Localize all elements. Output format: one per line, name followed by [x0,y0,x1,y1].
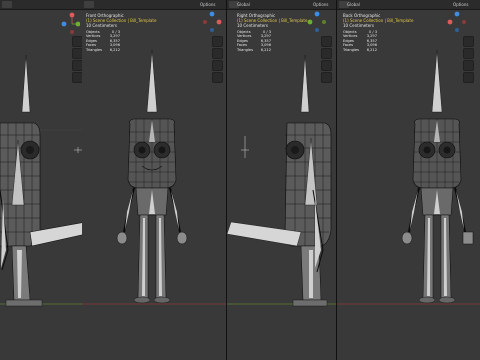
viewport-scene [82,49,226,305]
viewport-2[interactable]: Options Front Orthographic (1) Scene Col… [82,0,227,360]
navigation-gizmo[interactable] [60,10,80,34]
zoom-button[interactable] [463,36,474,47]
navigation-gizmo[interactable] [202,10,222,34]
perspective-toggle-button[interactable] [463,72,474,83]
zoom-button[interactable] [321,36,332,47]
zoom-button[interactable] [212,36,223,47]
navigation-gizmo[interactable] [307,10,327,34]
pan-button[interactable] [463,48,474,59]
camera-view-button[interactable] [321,60,332,71]
perspective-toggle-button[interactable] [321,72,332,83]
character-wireframe [0,54,87,307]
character-wireframe [227,54,332,307]
character-wireframe [116,49,188,304]
camera-view-button[interactable] [463,60,474,71]
pan-button[interactable] [321,48,332,59]
viewport-3[interactable]: Global Options Right Orthographic (1) Sc… [227,0,337,360]
character-wireframe [401,49,474,304]
empty-object-icon [74,147,82,153]
viewport-4[interactable]: Global Options Back Orthographic (1) Sce… [337,0,480,360]
viewport-scene [337,49,480,305]
pan-button[interactable] [212,48,223,59]
camera-view-button[interactable] [212,60,223,71]
perspective-toggle-button[interactable] [212,72,223,83]
navigation-gizmo[interactable] [447,10,467,34]
